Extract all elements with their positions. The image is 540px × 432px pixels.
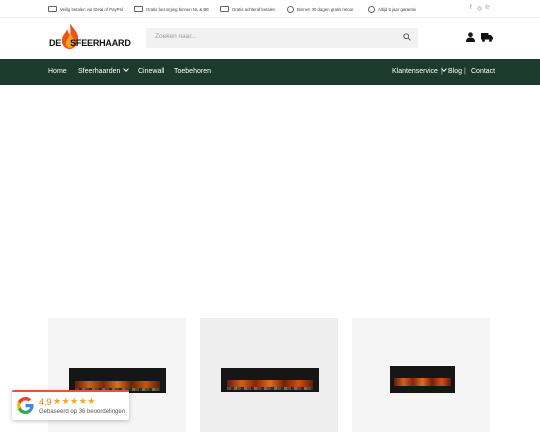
logs-graphic <box>226 386 314 391</box>
user-icon[interactable] <box>466 32 475 42</box>
nav-separator: | <box>441 68 443 75</box>
logo-text: DE SFEERHAARD <box>49 38 131 48</box>
nav-cinewall[interactable]: Cinewall <box>138 68 164 75</box>
usp-text: Gratis achteraf betalen <box>232 6 276 12</box>
nav-klantenservice-label: Klantenservice <box>392 68 438 75</box>
truck-icon[interactable] <box>481 33 493 42</box>
product-card[interactable] <box>352 318 490 432</box>
usp-item: Gratis bezorging binnen NL & BE <box>134 5 209 13</box>
nav-sfeerhaarden-label: Sfeerhaarden <box>78 68 121 75</box>
search-input[interactable]: Zoeken naar... <box>146 28 418 48</box>
search-placeholder: Zoeken naar... <box>155 33 197 40</box>
usp-item: Binnen 30 dagen gratis retour <box>287 5 354 13</box>
google-review-badge[interactable]: 4,9 ★★★★★ Gebaseerd op 36 beoordelingen <box>12 390 129 420</box>
review-score: 4,9 <box>39 397 52 407</box>
usp-item: Gratis achteraf betalen <box>220 5 275 13</box>
product-image <box>221 368 319 392</box>
logo-text-right: SFEERHAARD <box>70 38 131 48</box>
truck-icon <box>134 6 143 12</box>
search-icon[interactable] <box>403 33 411 41</box>
usp-bar: Veilig betalen via iDeal of PayPal Grati… <box>0 0 540 18</box>
google-icon <box>17 397 34 414</box>
nav-sfeerhaarden[interactable]: Sfeerhaarden <box>78 66 130 75</box>
nav-blog[interactable]: Blog <box>448 68 462 75</box>
pinterest-icon[interactable]: ℗ <box>485 5 489 11</box>
facebook-icon[interactable]: f <box>470 5 472 11</box>
return-icon <box>287 5 294 13</box>
nav-home[interactable]: Home <box>48 68 67 75</box>
nav-contact[interactable]: Contact <box>471 68 495 75</box>
flames-graphic <box>393 378 452 387</box>
instagram-icon[interactable]: ◎ <box>477 5 482 12</box>
nav-separator: | <box>464 68 466 75</box>
logo[interactable]: DE SFEERHAARD <box>49 23 133 51</box>
product-card[interactable] <box>200 318 338 432</box>
star-rating: ★★★★★ <box>53 396 96 406</box>
usp-text: Gratis bezorging binnen NL & BE <box>146 6 210 12</box>
logo-text-left: DE <box>49 38 62 48</box>
usp-text: Veilig betalen via iDeal of PayPal <box>60 6 123 12</box>
nav-toebehoren[interactable]: Toebehoren <box>174 68 211 75</box>
shield-icon <box>368 5 375 13</box>
main-nav: Home Sfeerhaarden Cinewall Toebehoren Kl… <box>0 59 540 85</box>
nav-klantenservice[interactable]: Klantenservice <box>392 66 447 75</box>
usp-text: Binnen 30 dagen gratis retour <box>297 6 354 12</box>
usp-text: Altijd 5 jaar garantie <box>378 6 416 12</box>
usp-item: Veilig betalen via iDeal of PayPal <box>48 5 123 13</box>
review-count-text: Gebaseerd op 36 beoordelingen <box>39 409 126 415</box>
card-icon <box>48 6 57 12</box>
usp-item: Altijd 5 jaar garantie <box>368 5 416 13</box>
header: DE SFEERHAARD Zoeken naar... <box>0 18 540 59</box>
chevron-down-icon <box>123 66 130 72</box>
product-image <box>390 366 455 393</box>
invoice-icon <box>220 6 229 12</box>
